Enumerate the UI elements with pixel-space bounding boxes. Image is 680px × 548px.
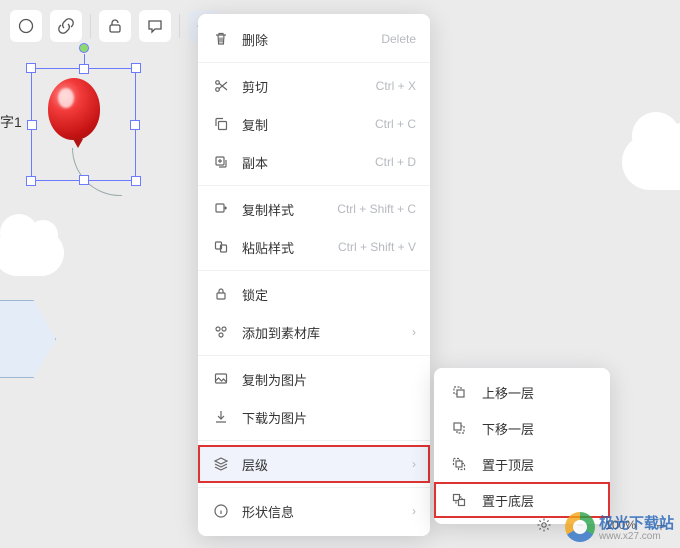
- menu-item-copy-style[interactable]: 复制样式 Ctrl + Shift + C: [198, 190, 430, 228]
- menu-label: 置于底层: [482, 491, 594, 510]
- chevron-right-icon: ›: [412, 457, 416, 471]
- zoom-out-icon[interactable]: −: [569, 514, 591, 536]
- trash-icon: [212, 30, 230, 48]
- menu-item-cut[interactable]: 剪切 Ctrl + X: [198, 67, 430, 105]
- menu-item-copy-as-image[interactable]: 复制为图片: [198, 360, 430, 398]
- submenu-item-bring-front[interactable]: 置于顶层: [434, 446, 610, 482]
- menu-item-duplicate[interactable]: 副本 Ctrl + D: [198, 143, 430, 181]
- resize-handle[interactable]: [27, 120, 37, 130]
- menu-label: 锁定: [242, 285, 416, 304]
- menu-shortcut: Ctrl + D: [375, 155, 416, 169]
- circle-tool-icon[interactable]: [10, 10, 42, 42]
- menu-label: 下移一层: [482, 419, 594, 438]
- menu-label: 上移一层: [482, 383, 594, 402]
- menu-shortcut: Ctrl + Shift + V: [338, 240, 416, 254]
- bring-forward-icon: [450, 383, 468, 401]
- link-icon[interactable]: [50, 10, 82, 42]
- image-icon: [212, 370, 230, 388]
- send-backward-icon: [450, 419, 468, 437]
- menu-separator: [198, 440, 430, 441]
- menu-label: 添加到素材库: [242, 323, 400, 342]
- menu-shortcut: Ctrl + Shift + C: [337, 202, 416, 216]
- top-toolbar: [0, 4, 220, 48]
- menu-item-copy[interactable]: 复制 Ctrl + C: [198, 105, 430, 143]
- status-bar: − 100% ＋: [533, 514, 672, 536]
- menu-label: 剪切: [242, 77, 364, 96]
- resize-handle[interactable]: [26, 176, 36, 186]
- menu-item-add-to-lib[interactable]: 添加到素材库 ›: [198, 313, 430, 351]
- bring-front-icon: [450, 455, 468, 473]
- download-icon: [212, 408, 230, 426]
- duplicate-icon: [212, 153, 230, 171]
- hexagon-shape[interactable]: [0, 300, 56, 378]
- resize-handle[interactable]: [26, 63, 36, 73]
- resize-handle[interactable]: [79, 175, 89, 185]
- menu-label: 复制样式: [242, 200, 325, 219]
- paste-style-icon: [212, 238, 230, 256]
- menu-label: 副本: [242, 153, 363, 172]
- selection-box[interactable]: [31, 68, 136, 181]
- layer-submenu: 上移一层 下移一层 置于顶层 置于底层: [434, 368, 610, 524]
- menu-item-shape-info[interactable]: 形状信息 ›: [198, 492, 430, 530]
- copy-icon: [212, 115, 230, 133]
- layers-icon: [212, 455, 230, 473]
- menu-label: 形状信息: [242, 502, 400, 521]
- menu-label: 复制: [242, 115, 363, 134]
- copy-style-icon: [212, 200, 230, 218]
- settings-icon[interactable]: [533, 514, 555, 536]
- menu-shortcut: Ctrl + C: [375, 117, 416, 131]
- lock-open-icon[interactable]: [99, 10, 131, 42]
- resize-handle[interactable]: [130, 120, 140, 130]
- text-element[interactable]: 字1: [0, 112, 22, 132]
- chevron-right-icon: ›: [412, 504, 416, 518]
- resize-handle[interactable]: [79, 64, 89, 74]
- menu-item-layer[interactable]: 层级 ›: [198, 445, 430, 483]
- menu-label: 下载为图片: [242, 408, 416, 427]
- menu-separator: [198, 487, 430, 488]
- menu-label: 置于顶层: [482, 455, 594, 474]
- library-icon: [212, 323, 230, 341]
- submenu-item-bring-forward[interactable]: 上移一层: [434, 374, 610, 410]
- submenu-item-send-back[interactable]: 置于底层: [434, 482, 610, 518]
- comment-icon[interactable]: [139, 10, 171, 42]
- scissors-icon: [212, 77, 230, 95]
- zoom-level: 100%: [605, 518, 636, 532]
- resize-handle[interactable]: [131, 176, 141, 186]
- send-back-icon: [450, 491, 468, 509]
- toolbar-divider: [90, 14, 91, 38]
- menu-label: 复制为图片: [242, 370, 416, 389]
- context-menu: 删除 Delete 剪切 Ctrl + X 复制 Ctrl + C 副本 Ctr…: [198, 14, 430, 536]
- menu-label: 删除: [242, 30, 369, 49]
- submenu-item-send-backward[interactable]: 下移一层: [434, 410, 610, 446]
- zoom-in-icon[interactable]: ＋: [650, 514, 672, 536]
- cloud-shape: [622, 134, 680, 190]
- menu-separator: [198, 185, 430, 186]
- menu-separator: [198, 270, 430, 271]
- menu-separator: [198, 355, 430, 356]
- menu-separator: [198, 62, 430, 63]
- menu-item-download-as-image[interactable]: 下载为图片: [198, 398, 430, 436]
- menu-label: 粘贴样式: [242, 238, 326, 257]
- chevron-right-icon: ›: [412, 325, 416, 339]
- menu-item-lock[interactable]: 锁定: [198, 275, 430, 313]
- menu-shortcut: Delete: [381, 32, 416, 46]
- lock-icon: [212, 285, 230, 303]
- menu-label: 层级: [242, 455, 400, 474]
- menu-item-paste-style[interactable]: 粘贴样式 Ctrl + Shift + V: [198, 228, 430, 266]
- menu-shortcut: Ctrl + X: [376, 79, 416, 93]
- info-icon: [212, 502, 230, 520]
- cloud-shape: [0, 230, 64, 276]
- menu-item-delete[interactable]: 删除 Delete: [198, 20, 430, 58]
- toolbar-divider: [179, 14, 180, 38]
- resize-handle[interactable]: [131, 63, 141, 73]
